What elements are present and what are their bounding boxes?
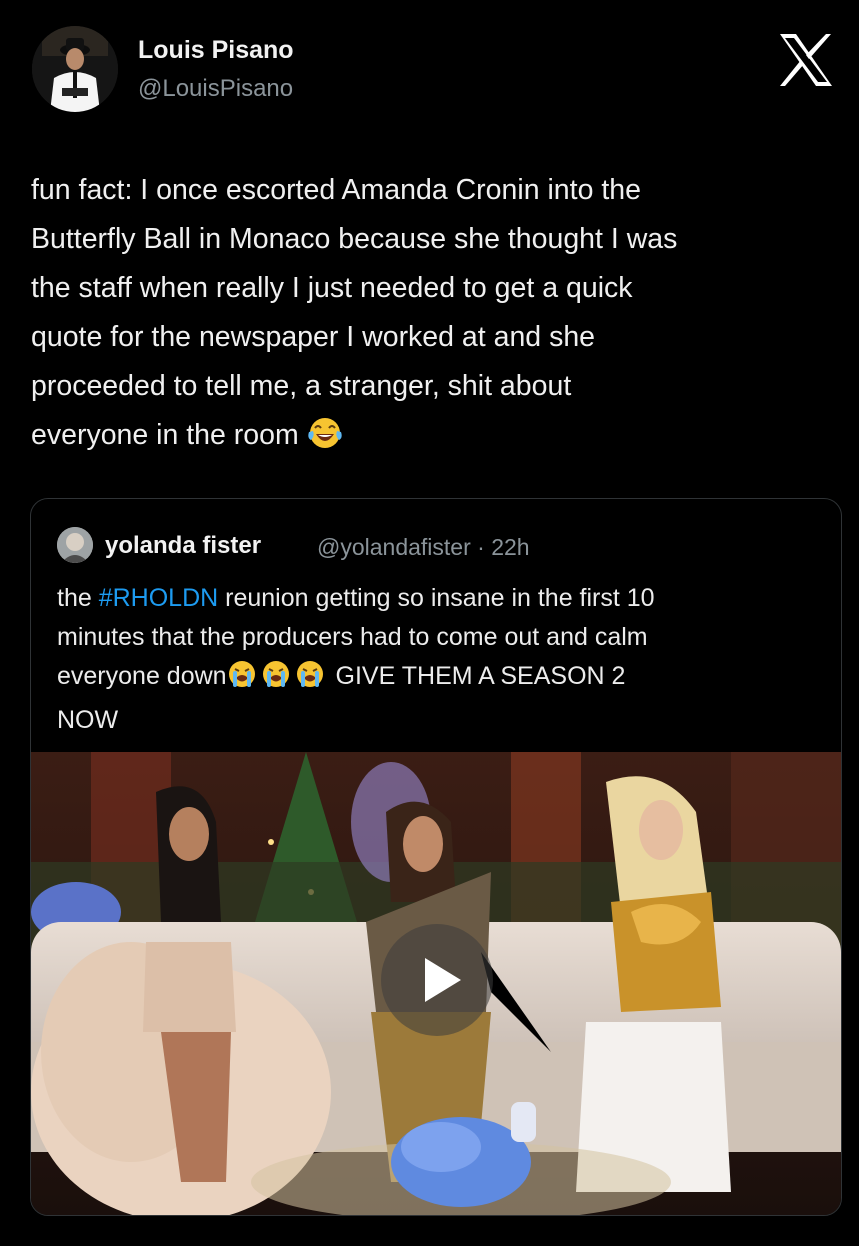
author-handle[interactable]: @LouisPisano [138,75,293,103]
play-button[interactable] [381,924,493,1036]
hashtag-link[interactable]: #RHOLDN [99,584,218,612]
quoted-author-name[interactable]: yolanda fister [105,532,261,560]
quoted-text-rest: reunion getting so insane in the first 1… [218,584,655,612]
play-icon [425,958,461,1002]
quoted-line: everyone down GIVE THEM A SEASON 2 [57,657,817,701]
author-name[interactable]: Louis Pisano [138,36,294,65]
tweet-text: fun fact: I once escorted Amanda Cronin … [31,166,831,466]
tweet-line: quote for the newspaper I worked at and … [31,321,596,353]
crying-face-emoji-icon [261,659,291,701]
quoted-author-avatar[interactable] [57,527,93,563]
tweet-line: proceeded to tell me, a stranger, shit a… [31,370,572,402]
tweet-line-last: everyone in the room [31,411,831,466]
laughing-tears-emoji-icon [307,416,343,466]
quoted-handle-time[interactable]: @yolandafister · 22h [317,534,530,561]
quoted-line: NOW [57,706,119,734]
quoted-text-start: the [57,584,99,612]
quoted-text-start: everyone down [57,662,227,690]
quoted-tweet-card[interactable]: yolanda fister @yolandafister · 22h the … [30,498,842,1216]
crying-face-emoji-icon [227,659,257,701]
tweet-line-text: everyone in the room [31,419,299,451]
tweet-line: fun fact: I once escorted Amanda Cronin … [31,174,641,206]
x-logo-icon [776,30,836,90]
quoted-line: the #RHOLDN reunion getting so insane in… [57,579,817,618]
tweet-line: Butterfly Ball in Monaco because she tho… [31,223,678,255]
quoted-text-rest: GIVE THEM A SEASON 2 [335,662,626,690]
tweet-line: the staff when really I just needed to g… [31,272,633,304]
quoted-tweet-text: the #RHOLDN reunion getting so insane in… [57,579,817,740]
video-thumbnail[interactable] [31,752,841,1215]
crying-face-emoji-icon [295,659,325,701]
quoted-line: minutes that the producers had to come o… [57,623,648,651]
author-avatar[interactable] [32,26,118,112]
